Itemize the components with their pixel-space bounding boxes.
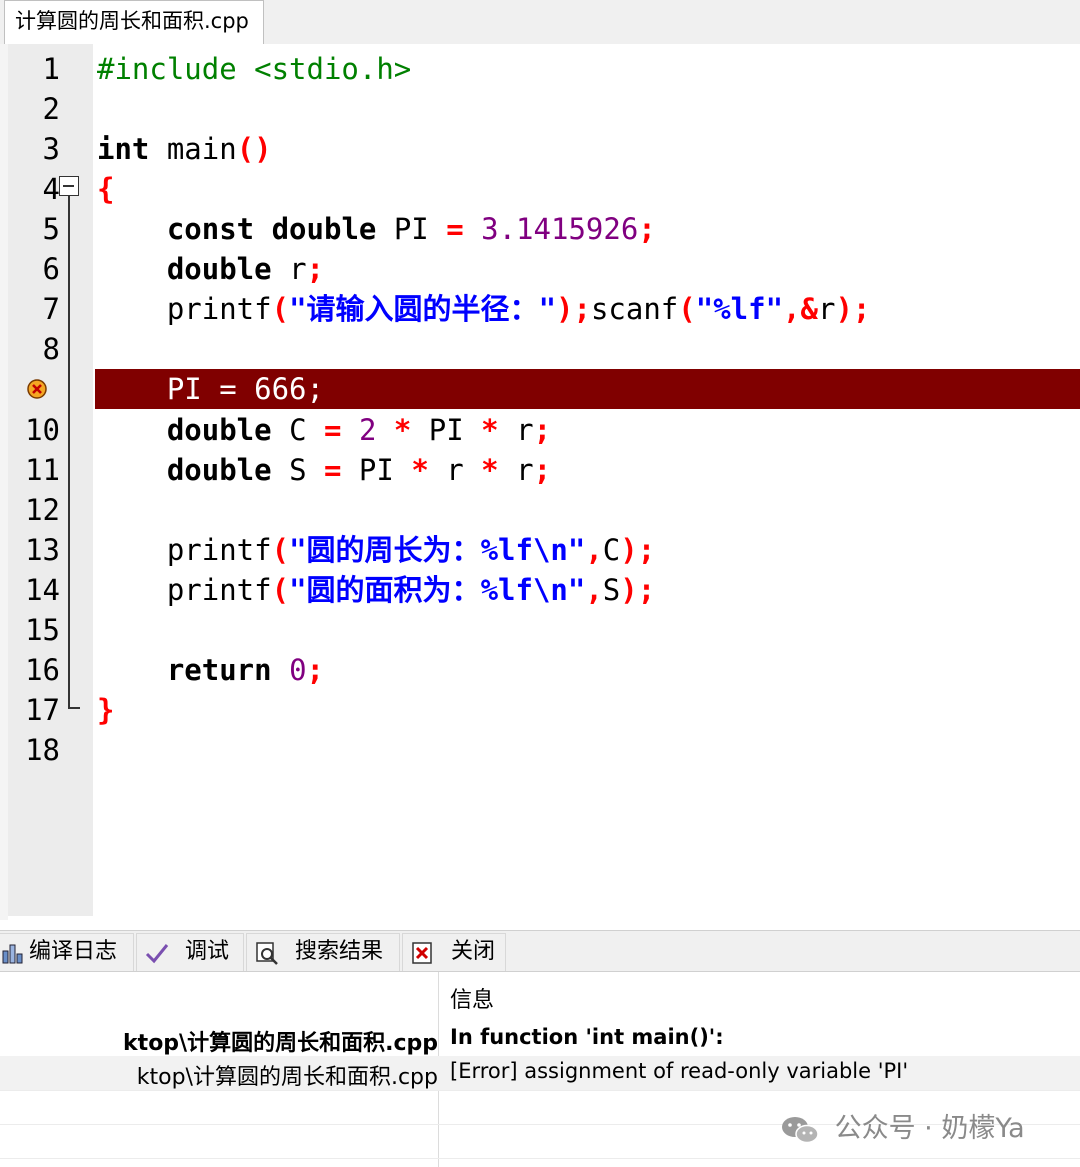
code-line-11: double S = PI * r * r;: [166, 453, 552, 487]
code-line-17: }: [97, 693, 115, 727]
code-line-5: const double PI = 3.1415926;: [166, 212, 656, 246]
tab-label: 编译日志: [29, 939, 118, 964]
code-line-10: double C = 2 * PI * r;: [166, 413, 552, 447]
watermark-text: 公众号 · 奶檬Ya: [834, 1113, 1025, 1144]
code-line-13: printf("圆的周长为：%lf\n",C);: [166, 533, 656, 567]
tab-compile-log[interactable]: 编译日志: [0, 933, 134, 973]
tab-search-results[interactable]: 搜索结果: [246, 933, 400, 973]
row-divider: [0, 1090, 1080, 1091]
file-tab[interactable]: 计算圆的周长和面积.cpp: [4, 0, 264, 44]
close-icon: [412, 942, 432, 964]
check-icon: [145, 944, 169, 964]
fold-guide-end: [68, 707, 80, 709]
column-header-info[interactable]: 信息: [450, 982, 494, 1014]
message-file: ktop\计算圆的周长和面积.cpp: [136, 1065, 438, 1090]
code-editor[interactable]: 1 2 3 4 5 6 7 8 10 11 12 13 14 15 16 17 …: [0, 44, 1080, 920]
watermark: 公众号 · 奶檬Ya: [780, 1106, 1025, 1145]
file-tab-label: 计算圆的周长和面积.cpp: [15, 9, 249, 33]
tab-debug[interactable]: 调试: [136, 933, 244, 973]
error-breakpoint-icon[interactable]: [26, 378, 48, 400]
tab-close[interactable]: 关闭: [402, 933, 506, 973]
line-number: 3: [42, 132, 60, 166]
chart-icon: [2, 944, 23, 964]
editor-tab-bar: 计算圆的周长和面积.cpp: [0, 0, 1080, 45]
code-line-1: #include <stdio.h>: [97, 52, 412, 86]
tab-label: 搜索结果: [295, 939, 384, 964]
line-number: 11: [25, 453, 60, 487]
line-number: 6: [42, 252, 60, 286]
tab-label: 关闭: [451, 939, 496, 964]
line-number: 1: [42, 52, 60, 86]
code-line-14: printf("圆的面积为：%lf\n",S);: [166, 573, 656, 607]
fold-toggle-icon[interactable]: [59, 176, 79, 196]
row-divider: [0, 1158, 1080, 1159]
line-number: 13: [25, 533, 60, 567]
message-text: [Error] assignment of read-only variable…: [450, 1059, 909, 1083]
message-row[interactable]: ktop\计算圆的周长和面积.cpp [Error] assignment of…: [0, 1056, 1080, 1090]
line-number: 5: [42, 212, 60, 246]
fold-guide-line: [68, 196, 70, 708]
code-line-7: printf("请输入圆的半径：");scanf("%lf",&r);: [166, 292, 871, 326]
line-number: 10: [25, 413, 60, 447]
wechat-icon: [782, 1116, 819, 1143]
line-number: 8: [42, 332, 60, 366]
message-text: In function 'int main()':: [450, 1025, 724, 1049]
line-number: 15: [25, 613, 60, 647]
line-number-gutter: 1 2 3 4 5 6 7 8 10 11 12 13 14 15 16 17 …: [8, 44, 93, 916]
code-line-6: double r;: [166, 252, 324, 286]
message-row[interactable]: ktop\计算圆的周长和面积.cpp In function 'int main…: [0, 1022, 1080, 1056]
tab-label: 调试: [185, 939, 230, 964]
line-number: 17: [25, 693, 60, 727]
code-line-16: return 0;: [166, 653, 325, 687]
line-number: 16: [25, 653, 60, 687]
line-number: 4: [42, 172, 60, 206]
line-number: 14: [25, 573, 60, 607]
code-line-9: PI = 666;: [97, 372, 324, 406]
line-number: 2: [42, 92, 60, 126]
bottom-panel-tabs: 编译日志 调试 搜索结果 关闭: [0, 930, 1080, 973]
line-number: 7: [42, 292, 60, 326]
line-number: 12: [25, 493, 60, 527]
code-line-4: {: [97, 172, 115, 206]
line-number: 18: [25, 733, 60, 767]
code-line-3: int main(): [97, 132, 272, 166]
message-file: ktop\计算圆的周长和面积.cpp: [123, 1031, 438, 1056]
gutter-margin: [0, 44, 8, 920]
search-icon: [256, 942, 278, 965]
